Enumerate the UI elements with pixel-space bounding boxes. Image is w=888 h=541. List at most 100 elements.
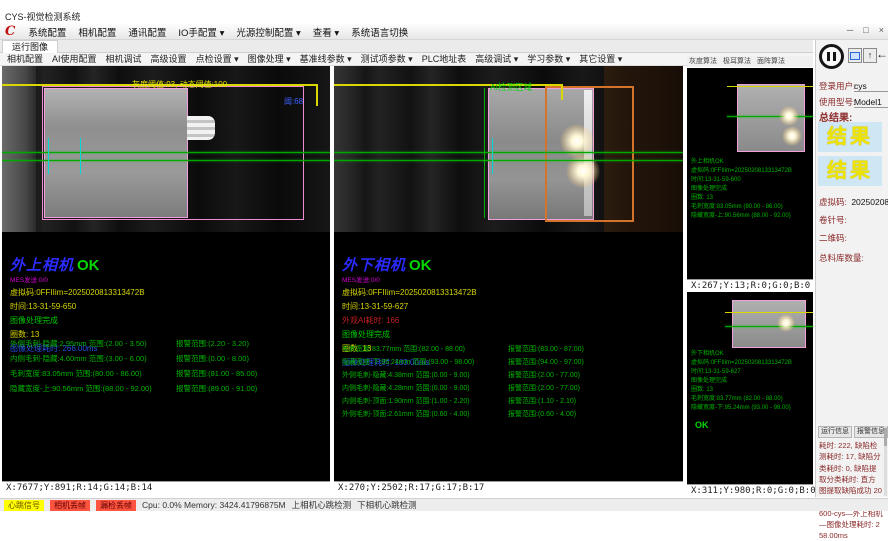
barcode-line: 虚拟码:0FFIIim=2025020813313472B <box>10 287 145 298</box>
window-controls: ─ □ × <box>847 25 884 35</box>
camera-icon <box>850 52 860 60</box>
tool-learning-params[interactable]: 学习参数 ▾ <box>527 53 570 65</box>
tool-plc-table[interactable]: PLC地址表 <box>422 53 467 65</box>
log-scrollbar[interactable] <box>884 426 887 496</box>
back-arrow-icon: ← <box>876 47 888 61</box>
menu-view[interactable]: 查看 ▾ <box>313 25 339 39</box>
tool-ai-config[interactable]: AI使用配置 <box>52 53 97 65</box>
result-box-top: 结果 <box>818 122 882 152</box>
measure-tick-cyan <box>492 138 493 174</box>
alarm-range: 报警范围:(1.10 - 2.10) <box>508 396 576 406</box>
lower-camera-heartbeat: 下相机心跳检测 <box>357 499 417 511</box>
weld-glow <box>779 106 799 126</box>
mes-status: MES发送:0/0 <box>10 274 145 284</box>
measurement-value: 毛刺宽度:83.77mm 范围:(82.00 - 88.00) <box>342 346 465 353</box>
tab-strip: 运行图像 <box>0 40 813 53</box>
caption-gray-algorithm[interactable]: 灰度算法 <box>689 56 717 67</box>
menu-comm-config[interactable]: 通讯配置 <box>128 25 166 39</box>
tool-advanced-settings[interactable]: 高级设置 <box>151 53 187 65</box>
camera-dropframe-badge: 相机丢帧 <box>50 500 90 511</box>
gain-overlay: 阈:68 <box>284 96 303 107</box>
tool-camera-config[interactable]: 相机配置 <box>7 53 43 65</box>
model-value[interactable]: Model1 <box>854 97 888 108</box>
tool-spot-check[interactable]: 点检设置 ▾ <box>196 53 239 65</box>
camera-name: 外上相机 <box>10 257 74 274</box>
alarm-range: 报警范围:(0.00 - 8.00) <box>176 353 249 364</box>
camera-button[interactable] <box>848 48 862 63</box>
baseline-yellow-drop <box>561 84 563 100</box>
pause-button[interactable] <box>819 44 844 69</box>
left-camera-view[interactable]: 灰度阈值:93, 动态阈值:100 阈:68 <box>2 66 330 232</box>
thumbnail-bottom-panel[interactable]: 外下相机OK 虚拟码:0FFIIim=2025020813313472B 时间:… <box>687 292 813 484</box>
menu-io-config[interactable]: IO手配置 ▾ <box>178 25 224 39</box>
thumb-log-line: 图像处理完成 <box>691 377 792 386</box>
measurement-value: 内侧毛刺-隐藏:4.60mm 范围:(3.00 - 6.00) <box>10 354 147 363</box>
thumb-log-line: 圈数: 13 <box>691 386 792 395</box>
upload-button[interactable]: ↑ <box>863 48 877 63</box>
minimize-icon[interactable]: ─ <box>847 25 853 35</box>
threshold-overlay: 灰度阈值:93, 动态阈值:100 <box>132 79 227 90</box>
up-arrow-icon: ↑ <box>868 50 873 60</box>
stock-count-label: 总料库数量: <box>819 253 864 263</box>
menu-system-config[interactable]: 系统配置 <box>28 25 66 39</box>
time-line: 时间:13-31-59-650 <box>10 301 145 312</box>
measurement-value: 隐藏宽度-下:95.24mm 范围:(93.00 - 98.00) <box>342 359 474 366</box>
thumb-log-line: 时间:13-31-59-600 <box>691 176 792 185</box>
maximize-icon[interactable]: □ <box>863 25 868 35</box>
thumbnail-caption-strip: 灰度算法 极耳算法 面阵算法 <box>687 56 813 67</box>
tool-test-params[interactable]: 测试项参数 ▾ <box>361 53 413 65</box>
caption-area-algorithm[interactable]: 面阵算法 <box>757 56 785 67</box>
status-bar: 心跳信号 相机丢帧 漏检丢帧 Cpu: 0.0% Memory: 3424.41… <box>0 498 888 511</box>
alarm-range: 报警范围:(2.20 - 3.20) <box>176 338 249 349</box>
caption-tab-algorithm[interactable]: 极耳算法 <box>723 56 751 67</box>
thumb-log-line: 圈数: 13 <box>691 194 792 203</box>
alarm-range: 报警范围:(89.00 - 91.00) <box>176 383 257 394</box>
tab-run-image[interactable]: 运行图像 <box>2 40 58 54</box>
tool-other-settings[interactable]: 其它设置 ▾ <box>579 53 622 65</box>
tab-alarm-info[interactable]: 报警信息 <box>854 426 888 438</box>
alarm-range: 报警范围:(94.00 - 97.00) <box>508 357 584 367</box>
measurement-value: 外侧毛刺-隐藏:2.95mm 范围:(2.00 - 3.50) <box>10 339 147 348</box>
tool-advanced-debug[interactable]: 高级调试 ▾ <box>475 53 518 65</box>
tool-image-processing[interactable]: 图像处理 ▾ <box>248 53 291 65</box>
thumb-log-line: 虚拟码:0FFIIim=2025020813313472B <box>691 167 792 176</box>
measurement-row: 外侧毛刺-隐藏:2.95mm 范围:(2.00 - 3.50) 报警范围:(2.… <box>10 338 330 353</box>
measure-tick-cyan <box>80 138 81 174</box>
result-ok: OK <box>409 257 432 274</box>
measurement-value: 外侧毛刺-顶面:2.61mm 范围:(0.60 - 4.00) <box>342 411 470 418</box>
back-button[interactable]: ← <box>876 48 888 63</box>
login-user-value[interactable]: cys <box>854 81 888 92</box>
thumb-log-line: 外上相机OK <box>691 158 792 167</box>
middle-camera-view[interactable]: AI检测区域 <box>334 66 683 232</box>
menu-camera-config[interactable]: 相机配置 <box>78 25 116 39</box>
thumb1-pixel-coords: X:267;Y:13;R:0;G:0;B:0 <box>687 279 813 292</box>
middle-pixel-coords: X:270;Y:2502;R:17;G:17;B:17 <box>334 481 683 494</box>
weld-glow <box>782 126 802 146</box>
barcode-line: 虚拟码:0FFIIim=2025020813313472B <box>342 287 477 298</box>
model-label: 使用型号: <box>819 97 855 107</box>
measurement-row: 内侧毛刺-隐藏:4.60mm 范围:(3.00 - 6.00) 报警范围:(0.… <box>10 353 330 368</box>
result-box-bottom: 结果 <box>818 156 882 186</box>
measure-tick-cyan <box>48 138 49 174</box>
menu-light-config[interactable]: 光源控制配置 ▾ <box>236 25 300 39</box>
baseline-yellow <box>725 312 813 313</box>
measurement-row: 隐藏宽度-上:90.56mm 范围:(88.00 - 92.00) 报警范围:(… <box>10 383 330 398</box>
thumbnail-top-panel[interactable]: 外上相机OK 虚拟码:0FFIIim=2025020813313472B 时间:… <box>687 68 813 279</box>
alarm-range: 报警范围:(83.00 - 87.00) <box>508 344 584 354</box>
tool-camera-debug[interactable]: 相机调试 <box>106 53 142 65</box>
virtual-code-label: 虚拟码: <box>819 197 847 207</box>
alarm-range: 报警范围:(0.60 - 4.00) <box>508 409 576 419</box>
thumb-result-ok: OK <box>695 420 709 430</box>
measurement-row: 毛刺宽度:83.77mm 范围:(82.00 - 88.00) 报警范围:(83… <box>342 344 683 357</box>
upper-camera-heartbeat: 上相机心跳检测 <box>292 499 352 511</box>
tab-run-info[interactable]: 运行信息 <box>818 426 852 438</box>
measurement-row: 外侧毛刺-隐藏:4.38mm 范围:(0.00 - 9.00) 报警范围:(2.… <box>342 370 683 383</box>
measurement-value: 外侧毛刺-隐藏:4.38mm 范围:(0.00 - 9.00) <box>342 372 470 379</box>
tool-baseline-params[interactable]: 基准线参数 ▾ <box>300 53 352 65</box>
thumb-log-line: 隐藏宽度-下:95.24mm (93.00 - 98.00) <box>691 404 792 413</box>
menu-language-switch[interactable]: 系统语言切换 <box>351 25 408 39</box>
virtual-code-value: 20250208 <box>851 197 888 207</box>
close-icon[interactable]: × <box>879 25 884 35</box>
measure-line-green <box>725 326 813 327</box>
left-pixel-coords: X:7677;Y:891;R:14;G:14;B:14 <box>2 481 330 494</box>
